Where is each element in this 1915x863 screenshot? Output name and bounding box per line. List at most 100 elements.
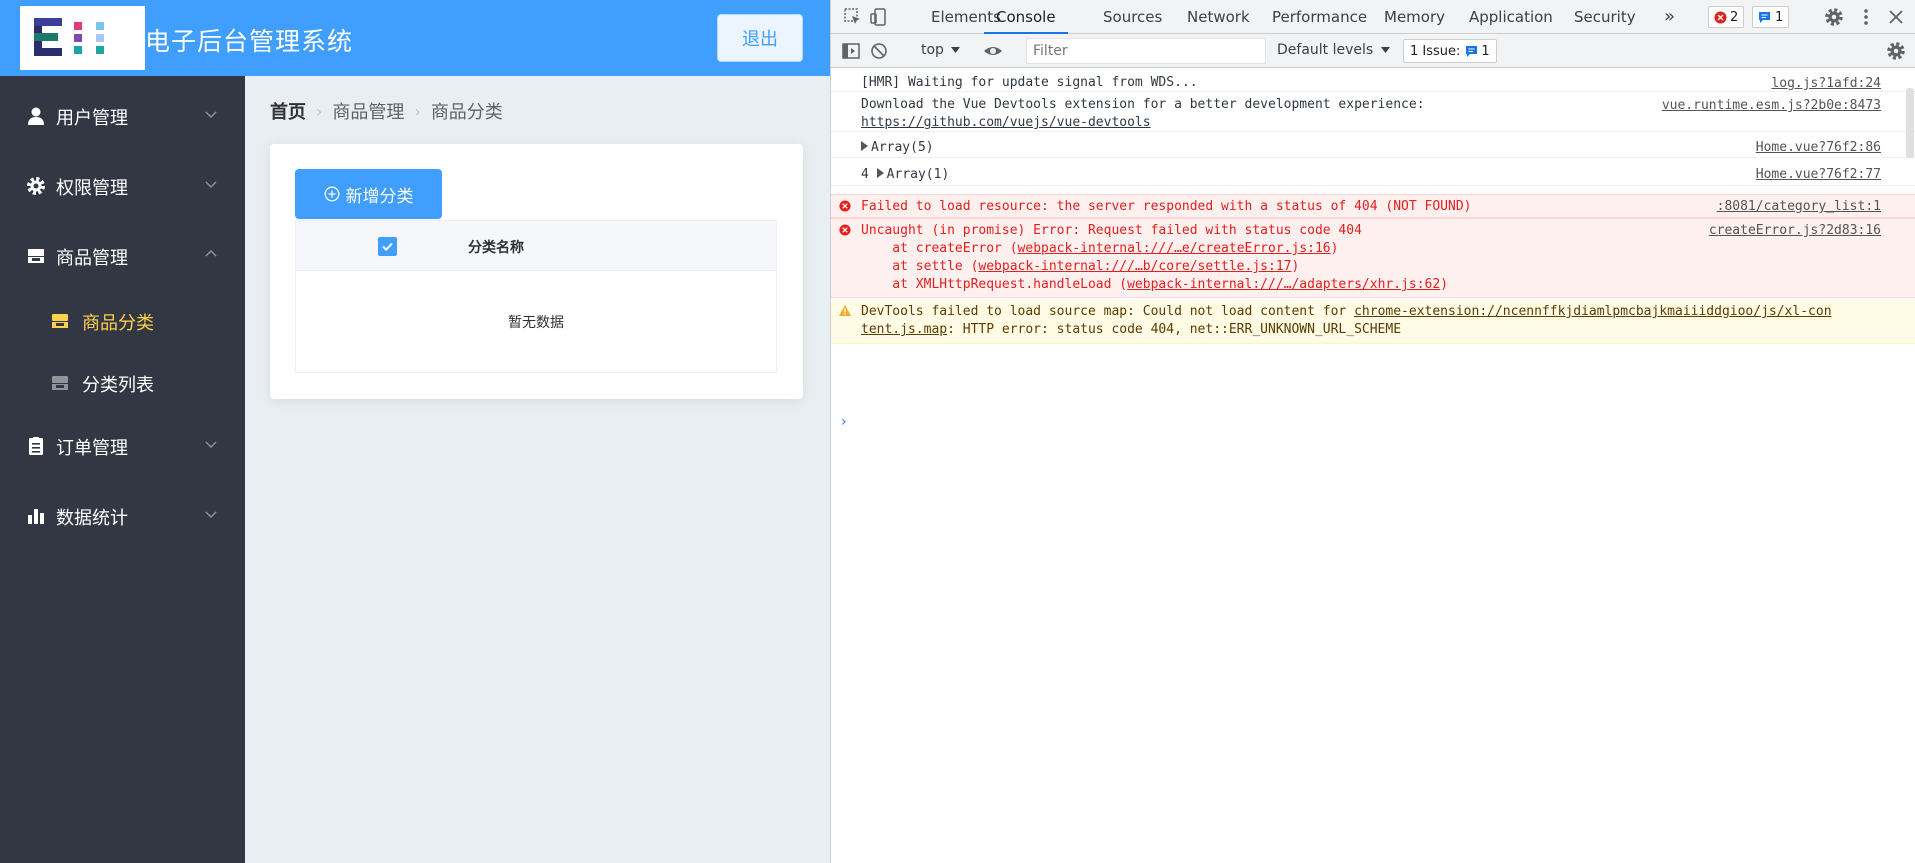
- category-card: 新增分类 分类名称 暂无数据: [270, 144, 803, 399]
- stack-frame-end: ): [1440, 277, 1449, 292]
- app-window: 电子后台管理系统 退出 用户管理 权限管理 商品管理 商品分类 分类列表 订单管…: [0, 0, 830, 863]
- sidebar-item-orders[interactable]: 订单管理: [0, 416, 245, 476]
- source-link[interactable]: Home.vue?76f2:77: [1756, 167, 1881, 182]
- stack-frame: at createError (: [861, 241, 1018, 256]
- stack-link[interactable]: webpack-internal:///…b/core/settle.js:17: [978, 259, 1291, 274]
- log-levels-dropdown[interactable]: Default levels: [1277, 42, 1373, 58]
- console-message: Array(5) Home.vue?76f2:86: [831, 136, 1915, 158]
- expandable-object[interactable]: Array(1): [876, 167, 950, 182]
- sidebar-item-users[interactable]: 用户管理: [0, 86, 245, 146]
- shop-icon: [52, 376, 68, 390]
- tab-sources[interactable]: Sources: [1103, 0, 1162, 34]
- stack-link[interactable]: webpack-internal:///…e/createError.js:16: [1018, 241, 1331, 256]
- message-icon: [1466, 45, 1478, 57]
- breadcrumb-separator-icon: ›: [414, 101, 421, 121]
- breadcrumb: 首页 › 商品管理 › 商品分类: [270, 98, 503, 124]
- context-selector[interactable]: top: [921, 42, 944, 58]
- tab-network[interactable]: Network: [1187, 0, 1250, 34]
- live-expression-eye-icon[interactable]: [983, 41, 1003, 61]
- plus-circle-icon: [324, 186, 339, 202]
- stack-frame: at XMLHttpRequest.handleLoad (: [861, 277, 1128, 292]
- close-icon[interactable]: [1886, 7, 1906, 27]
- add-category-label: 新增分类: [345, 186, 414, 207]
- sidebar-item-category[interactable]: 商品分类: [0, 291, 245, 351]
- scrollbar-thumb[interactable]: [1906, 88, 1914, 158]
- breadcrumb-home[interactable]: 首页: [270, 98, 306, 124]
- console-error: Failed to load resource: the server resp…: [831, 194, 1915, 218]
- issues-label: 1 Issue:: [1410, 43, 1461, 59]
- more-options-icon[interactable]: [1856, 7, 1876, 27]
- tab-performance[interactable]: Performance: [1272, 0, 1367, 34]
- console-error: Uncaught (in promise) Error: Request fai…: [831, 218, 1915, 298]
- message-link[interactable]: chrome-extension://ncennffkjdiamlpmcbajk…: [1354, 304, 1831, 319]
- device-toolbar-icon[interactable]: [869, 7, 889, 27]
- message-text: DevTools failed to load source map: Coul…: [861, 304, 1355, 319]
- more-tabs-icon[interactable]: »: [1664, 0, 1675, 34]
- source-link[interactable]: createError.js?2d83:16: [1709, 223, 1881, 238]
- message-count: 1: [1775, 9, 1784, 25]
- goods-icon: [28, 249, 44, 263]
- dropdown-arrow-icon: [951, 47, 960, 53]
- gear-icon: [27, 177, 45, 195]
- message-text: Download the Vue Devtools extension for …: [861, 97, 1425, 112]
- settings-gear-icon[interactable]: [1824, 7, 1844, 27]
- clear-console-icon[interactable]: [869, 41, 889, 61]
- order-icon: [29, 437, 43, 455]
- tab-application[interactable]: Application: [1469, 0, 1553, 34]
- sidebar-item-label: 权限管理: [56, 178, 128, 199]
- console-prompt-icon[interactable]: ›: [841, 414, 847, 430]
- sidebar-item-label: 用户管理: [56, 108, 128, 129]
- message-link[interactable]: tent.js.map: [861, 322, 947, 337]
- check-icon: [382, 242, 393, 252]
- message-text: Array(1): [886, 167, 950, 182]
- shop-icon: [52, 314, 68, 328]
- app-title: 电子后台管理系统: [145, 27, 354, 56]
- sidebar-toggle-icon[interactable]: [841, 41, 861, 61]
- breadcrumb-separator-icon: ›: [316, 101, 323, 121]
- chevron-up-icon: [205, 250, 217, 257]
- error-count-badge[interactable]: 2: [1708, 6, 1745, 28]
- sidebar-item-permissions[interactable]: 权限管理: [0, 156, 245, 216]
- sidebar-item-label: 数据统计: [56, 508, 128, 529]
- chevron-down-icon: [205, 441, 217, 448]
- inspect-element-icon[interactable]: [843, 7, 863, 27]
- message-icon: [1759, 11, 1770, 23]
- source-link[interactable]: :8081/category_list:1: [1717, 199, 1881, 214]
- stack-link[interactable]: webpack-internal:///…/adapters/xhr.js:62: [1127, 277, 1440, 292]
- chevron-down-icon: [205, 511, 217, 518]
- sidebar-item-goods[interactable]: 商品管理: [0, 226, 245, 286]
- console-message: Download the Vue Devtools extension for …: [831, 94, 1915, 132]
- stack-frame-end: ): [1291, 259, 1300, 274]
- warning-icon: [839, 305, 851, 316]
- user-icon: [28, 107, 44, 125]
- message-count-badge[interactable]: 1: [1752, 6, 1790, 28]
- message-text: [HMR] Waiting for update signal from WDS…: [861, 75, 1198, 90]
- chevron-down-icon: [205, 111, 217, 118]
- tab-memory[interactable]: Memory: [1384, 0, 1445, 34]
- category-table: 分类名称 暂无数据: [295, 220, 777, 373]
- console-filter-input[interactable]: [1026, 38, 1266, 64]
- chevron-down-icon: [205, 181, 217, 188]
- console-settings-gear-icon[interactable]: [1886, 41, 1906, 61]
- repeat-count: 4: [861, 167, 869, 182]
- sidebar-item-stats[interactable]: 数据统计: [0, 486, 245, 546]
- logout-button[interactable]: 退出: [717, 14, 803, 62]
- message-text: : HTTP error: status code 404, net::ERR_…: [947, 322, 1402, 337]
- empty-state: 暂无数据: [508, 314, 564, 331]
- issues-badge[interactable]: 1 Issue: 1: [1403, 39, 1497, 63]
- add-category-button[interactable]: 新增分类: [295, 169, 442, 219]
- error-count: 2: [1730, 9, 1739, 25]
- tab-security[interactable]: Security: [1574, 0, 1636, 34]
- source-link[interactable]: Home.vue?76f2:86: [1756, 140, 1881, 155]
- message-link[interactable]: https://github.com/vuejs/vue-devtools: [861, 114, 1151, 132]
- main-content: 首页 › 商品管理 › 商品分类 新增分类 分类名称 暂无数据: [245, 76, 830, 863]
- tab-console[interactable]: Console: [984, 0, 1068, 34]
- source-link[interactable]: log.js?1afd:24: [1771, 76, 1881, 91]
- select-all-checkbox[interactable]: [378, 237, 397, 256]
- source-link[interactable]: vue.runtime.esm.js?2b0e:8473: [1662, 98, 1881, 113]
- message-text: Uncaught (in promise) Error: Request fai…: [861, 223, 1362, 238]
- devtools-tabbar: Elements Console Sources Network Perform…: [831, 0, 1915, 34]
- expand-triangle-icon: [861, 141, 868, 151]
- expandable-object[interactable]: Array(5): [861, 139, 934, 157]
- sidebar-item-category-list[interactable]: 分类列表: [0, 353, 245, 413]
